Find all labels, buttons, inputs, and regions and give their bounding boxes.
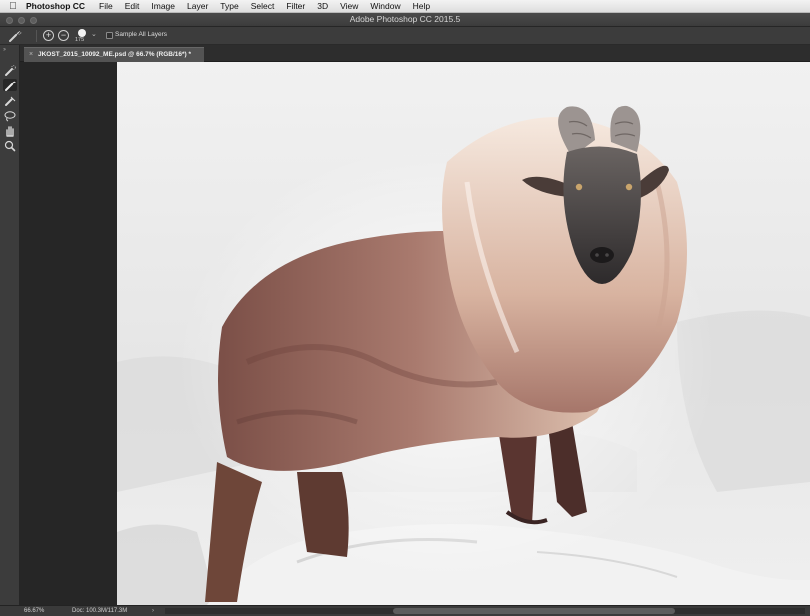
- menu-help[interactable]: Help: [413, 1, 430, 11]
- mac-menu-bar:  Photoshop CC File Edit Image Layer Typ…: [0, 0, 810, 13]
- options-divider: [36, 30, 37, 42]
- tools-panel: ››: [0, 45, 20, 605]
- erase-refinements-icon[interactable]: [3, 94, 17, 106]
- document-tab-bar: × JKOST_2015_10092_ME.psd @ 66.7% (RGB/1…: [20, 45, 810, 62]
- pasteboard: [20, 62, 117, 605]
- zoom-icon[interactable]: [3, 139, 17, 152]
- document-tab-title: JKOST_2015_10092_ME.psd @ 66.7% (RGB/16*…: [38, 51, 192, 58]
- quick-selection-icon[interactable]: [8, 30, 22, 42]
- sample-all-layers-checkbox[interactable]: [106, 32, 113, 39]
- menu-filter[interactable]: Filter: [286, 1, 305, 11]
- document-size-info: Doc: 100.3M/117.3M: [72, 608, 128, 614]
- document-tab[interactable]: × JKOST_2015_10092_ME.psd @ 66.7% (RGB/1…: [24, 47, 204, 62]
- app-menu[interactable]: Photoshop CC: [26, 1, 85, 11]
- brush-size-value: 175: [75, 37, 85, 43]
- horizontal-scrollbar[interactable]: [165, 608, 805, 614]
- menu-type[interactable]: Type: [220, 1, 238, 11]
- menu-view[interactable]: View: [340, 1, 358, 11]
- options-bar: + − 175 ⌄ Sample All Layers: [0, 27, 810, 45]
- menu-edit[interactable]: Edit: [125, 1, 140, 11]
- lasso-icon[interactable]: [3, 109, 17, 122]
- menu-3d[interactable]: 3D: [317, 1, 328, 11]
- close-tab-icon[interactable]: ×: [29, 48, 33, 61]
- menu-image[interactable]: Image: [151, 1, 175, 11]
- window-title-bar: Adobe Photoshop CC 2015.5: [0, 13, 810, 27]
- brush-preview-icon[interactable]: [78, 29, 86, 37]
- status-bar: 66.67% Doc: 100.3M/117.3M ›: [0, 605, 810, 616]
- zoom-level-field[interactable]: 66.67%: [24, 607, 60, 615]
- hand-icon[interactable]: [3, 124, 17, 137]
- horizontal-scrollbar-thumb[interactable]: [393, 608, 675, 614]
- quick-selection-icon[interactable]: [3, 64, 17, 76]
- menu-file[interactable]: File: [99, 1, 113, 11]
- menu-select[interactable]: Select: [251, 1, 275, 11]
- image-artwork: [117, 62, 810, 605]
- status-menu-chevron-icon[interactable]: ›: [152, 607, 154, 615]
- chevron-down-icon[interactable]: ⌄: [91, 30, 97, 38]
- menu-layer[interactable]: Layer: [187, 1, 208, 11]
- subtract-from-selection-icon[interactable]: −: [58, 30, 69, 41]
- menu-window[interactable]: Window: [370, 1, 400, 11]
- panel-grip-icon[interactable]: ››: [3, 47, 6, 53]
- add-to-selection-icon[interactable]: +: [43, 30, 54, 41]
- apple-menu-icon[interactable]: : [0, 0, 26, 13]
- sample-all-layers-label: Sample All Layers: [115, 31, 168, 38]
- window-title: Adobe Photoshop CC 2015.5: [349, 14, 461, 24]
- refine-radius-icon[interactable]: [3, 79, 17, 91]
- document-canvas[interactable]: [117, 62, 810, 605]
